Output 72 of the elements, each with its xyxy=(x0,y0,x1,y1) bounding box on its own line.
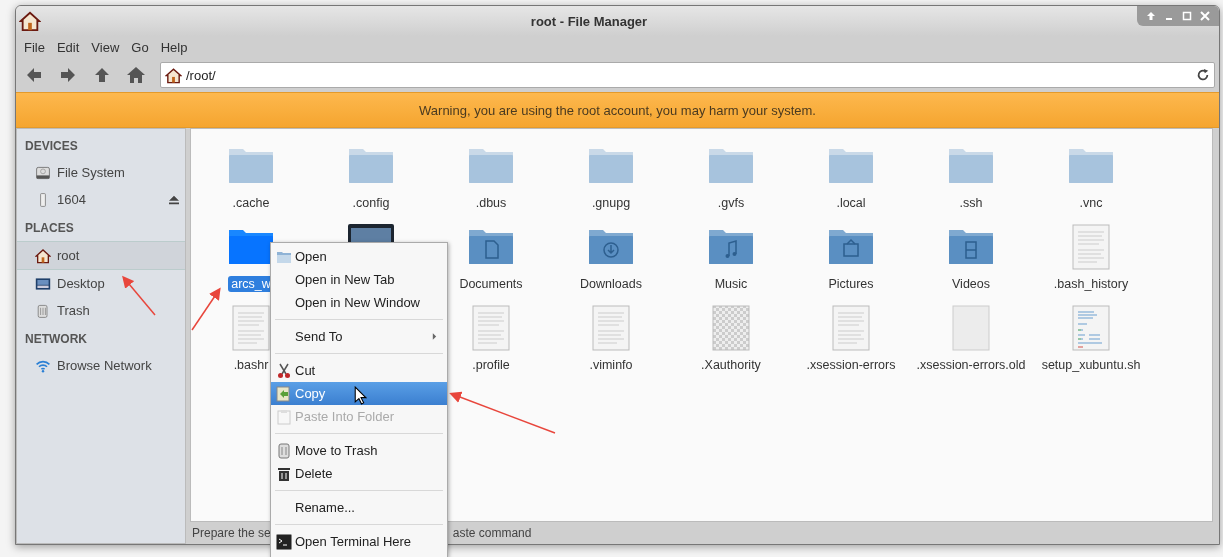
section-heading: DEVICES xyxy=(24,138,79,155)
menu-item[interactable]: Go xyxy=(125,37,155,57)
status-text: Prepare the se xyxy=(192,526,271,540)
file-name[interactable]: .profile xyxy=(469,357,513,373)
scissors-icon xyxy=(275,362,292,379)
sidebar-item[interactable]: 1604 xyxy=(17,186,185,213)
trash-bin-icon xyxy=(275,465,292,482)
menu-item[interactable]: Edit xyxy=(50,37,86,57)
file-name[interactable]: .bash_history xyxy=(1050,276,1132,292)
menu-item[interactable]: File xyxy=(18,37,51,57)
copy-icon xyxy=(275,385,292,402)
arrow-up-icon[interactable] xyxy=(1145,10,1157,22)
sidebar-item[interactable]: File System xyxy=(17,159,185,186)
monitor-icon xyxy=(35,275,51,292)
file-name[interactable]: Music xyxy=(711,276,751,292)
menu-item[interactable]: Move to Trash xyxy=(271,439,447,462)
file-name[interactable]: .cache xyxy=(229,195,273,211)
menu-item[interactable]: Open xyxy=(271,245,447,268)
file-name[interactable]: .xsession-errors.old xyxy=(913,357,1029,373)
menu-item[interactable]: Send To xyxy=(271,325,447,348)
sidebar-item[interactable]: Browse Network xyxy=(17,352,185,379)
file-name[interactable]: Pictures xyxy=(825,276,877,292)
sidebar-item[interactable]: Trash xyxy=(17,297,185,324)
file-name[interactable]: .ssh xyxy=(956,195,986,211)
maximize-icon[interactable] xyxy=(1181,10,1193,22)
house-icon xyxy=(35,247,51,264)
menu-item[interactable]: Open in New Window xyxy=(271,291,447,314)
section-heading: NETWORK xyxy=(24,331,88,348)
file-name[interactable]: .Xauthority xyxy=(698,357,764,373)
trash-icon xyxy=(35,302,51,319)
sidebar-item[interactable]: root xyxy=(17,241,185,270)
house-icon xyxy=(165,66,182,84)
section-heading: PLACES xyxy=(24,220,75,237)
file-name[interactable]: .bashr xyxy=(230,357,272,373)
house-icon xyxy=(19,10,41,32)
mouse-pointer-icon xyxy=(354,386,367,405)
file-name[interactable]: Downloads xyxy=(577,276,645,292)
eject-icon[interactable] xyxy=(168,194,180,205)
clipboard-icon xyxy=(275,408,292,425)
hard-drive-icon xyxy=(35,164,51,181)
file-name[interactable]: .dbus xyxy=(472,195,510,211)
file-name[interactable]: .xsession-errors xyxy=(803,357,899,373)
menu-item[interactable]: Open Terminal Here xyxy=(271,530,447,553)
file-name[interactable]: Documents xyxy=(456,276,526,292)
menu-item[interactable]: Cut xyxy=(271,359,447,382)
forward-icon[interactable] xyxy=(58,65,78,85)
terminal-icon xyxy=(275,533,292,550)
reload-icon[interactable] xyxy=(1196,68,1210,82)
close-icon[interactable] xyxy=(1199,10,1211,22)
window-title: root - File Manager xyxy=(529,13,649,29)
annotation-arrow xyxy=(191,287,221,331)
menu-item[interactable]: Delete xyxy=(271,462,447,485)
sidebar-item[interactable]: Desktop xyxy=(17,270,185,297)
file-name[interactable]: setup_xubuntu.sh xyxy=(1038,357,1144,373)
address-bar[interactable]: /root/ xyxy=(160,62,1215,88)
file-name[interactable]: .viminfo xyxy=(586,357,636,373)
menu-item[interactable]: Help xyxy=(154,37,194,57)
annotation-arrow xyxy=(122,275,156,316)
menu-item[interactable]: Open in New Tab xyxy=(271,268,447,291)
trash-icon xyxy=(275,442,292,459)
submenu-arrow-icon xyxy=(432,333,437,340)
file-name[interactable]: Videos xyxy=(949,276,993,292)
file-name[interactable]: .config xyxy=(349,195,393,211)
warning-banner: Warning, you are using the root account, you may harm your system. xyxy=(16,92,1219,128)
file-name[interactable]: .gvfs xyxy=(714,195,748,211)
file-name[interactable]: .gnupg xyxy=(588,195,634,211)
menu-item[interactable]: Rename... xyxy=(271,496,447,519)
file-name[interactable]: .vnc xyxy=(1076,195,1106,211)
file-name[interactable]: .local xyxy=(833,195,869,211)
menu-item[interactable]: View xyxy=(85,37,126,57)
home-icon[interactable] xyxy=(126,65,146,85)
status-text: aste command xyxy=(452,526,532,540)
